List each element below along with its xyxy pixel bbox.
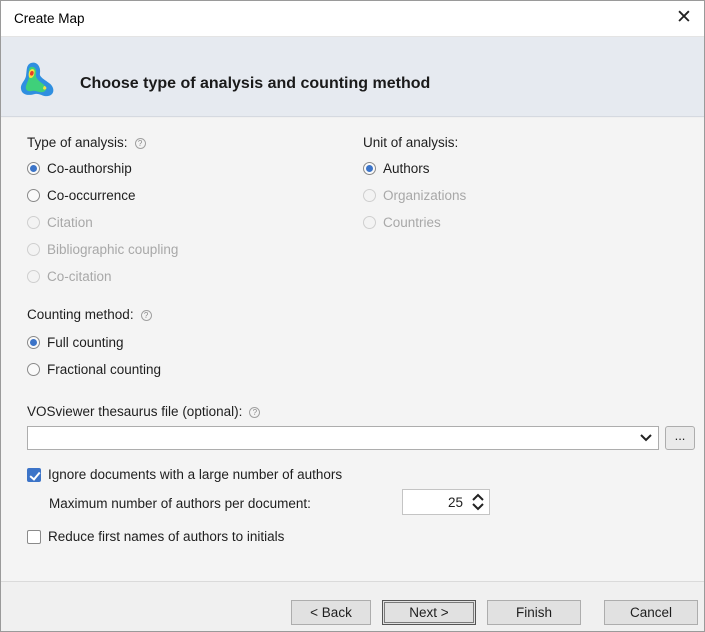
density-map-icon	[20, 62, 54, 97]
radio-organizations: Organizations	[363, 188, 466, 203]
radio-co-authorship[interactable]: Co-authorship	[27, 161, 132, 176]
title-bar: Create Map ✕	[1, 1, 704, 37]
chevron-down-icon[interactable]	[638, 429, 654, 447]
help-icon[interactable]: ?	[140, 310, 152, 321]
back-button[interactable]: < Back	[291, 600, 371, 625]
radio-label: Full counting	[47, 335, 124, 350]
thesaurus-label: VOSviewer thesaurus file (optional):?	[27, 404, 261, 419]
radio-label: Organizations	[383, 188, 467, 203]
max-authors-label: Maximum number of authors per document:	[49, 496, 311, 511]
reduce-first-names-checkbox[interactable]: Reduce first names of authors to initial…	[27, 529, 284, 544]
radio-countries: Countries	[363, 215, 441, 230]
next-button[interactable]: Next >	[382, 600, 476, 625]
radio-indicator[interactable]	[363, 162, 376, 175]
wizard-content: Type of analysis:? Co-authorship Co-occu…	[1, 118, 704, 581]
finish-button[interactable]: Finish	[487, 600, 581, 625]
radio-label: Co-citation	[47, 269, 112, 284]
counting-method-label: Counting method:?	[27, 307, 152, 322]
wizard-header: Choose type of analysis and counting met…	[1, 37, 704, 117]
spinner-arrows-icon[interactable]	[471, 493, 485, 511]
radio-label: Co-authorship	[47, 161, 132, 176]
max-authors-value: 25	[447, 495, 463, 510]
radio-full-counting[interactable]: Full counting	[27, 335, 124, 350]
radio-indicator[interactable]	[27, 189, 40, 202]
radio-indicator	[363, 189, 376, 202]
radio-label: Bibliographic coupling	[47, 242, 179, 257]
max-authors-spinner[interactable]: 25	[402, 489, 490, 515]
radio-indicator[interactable]	[27, 162, 40, 175]
radio-indicator	[27, 243, 40, 256]
radio-indicator[interactable]	[27, 336, 40, 349]
type-of-analysis-label-text: Type of analysis:	[27, 135, 128, 150]
radio-bibliographic-coupling: Bibliographic coupling	[27, 242, 178, 257]
close-icon: ✕	[676, 7, 692, 28]
type-of-analysis-label: Type of analysis:?	[27, 135, 146, 150]
thesaurus-file-combo[interactable]	[27, 426, 659, 450]
checkbox-indicator[interactable]	[27, 467, 41, 482]
unit-of-analysis-label: Unit of analysis:	[363, 135, 459, 150]
radio-label: Citation	[47, 215, 93, 230]
radio-label: Fractional counting	[47, 362, 162, 377]
radio-indicator	[27, 270, 40, 283]
browse-button[interactable]: ...	[665, 426, 695, 450]
checkbox-indicator[interactable]	[27, 529, 41, 544]
checkbox-label: Reduce first names of authors to initial…	[48, 529, 285, 544]
cancel-button[interactable]: Cancel	[604, 600, 698, 625]
ignore-large-docs-checkbox[interactable]: Ignore documents with a large number of …	[27, 467, 342, 482]
checkbox-label: Ignore documents with a large number of …	[48, 467, 343, 482]
thesaurus-label-text: VOSviewer thesaurus file (optional):	[27, 404, 243, 419]
radio-indicator	[363, 216, 376, 229]
radio-citation: Citation	[27, 215, 93, 230]
radio-co-occurrence[interactable]: Co-occurrence	[27, 188, 136, 203]
radio-label: Authors	[383, 161, 430, 176]
help-icon[interactable]: ?	[134, 138, 146, 149]
radio-co-citation: Co-citation	[27, 269, 112, 284]
radio-indicator	[27, 216, 40, 229]
close-button[interactable]: ✕	[664, 1, 704, 37]
radio-fractional-counting[interactable]: Fractional counting	[27, 362, 161, 377]
radio-label: Countries	[383, 215, 441, 230]
help-icon[interactable]: ?	[249, 407, 261, 418]
radio-indicator[interactable]	[27, 363, 40, 376]
wizard-footer: < Back Next > Finish Cancel	[1, 582, 704, 631]
radio-authors[interactable]: Authors	[363, 161, 430, 176]
window-title: Create Map	[14, 11, 85, 26]
counting-method-label-text: Counting method:	[27, 307, 134, 322]
radio-label: Co-occurrence	[47, 188, 136, 203]
page-title: Choose type of analysis and counting met…	[80, 75, 431, 92]
create-map-dialog: Create Map ✕ Choose type of analysis and…	[0, 0, 705, 632]
